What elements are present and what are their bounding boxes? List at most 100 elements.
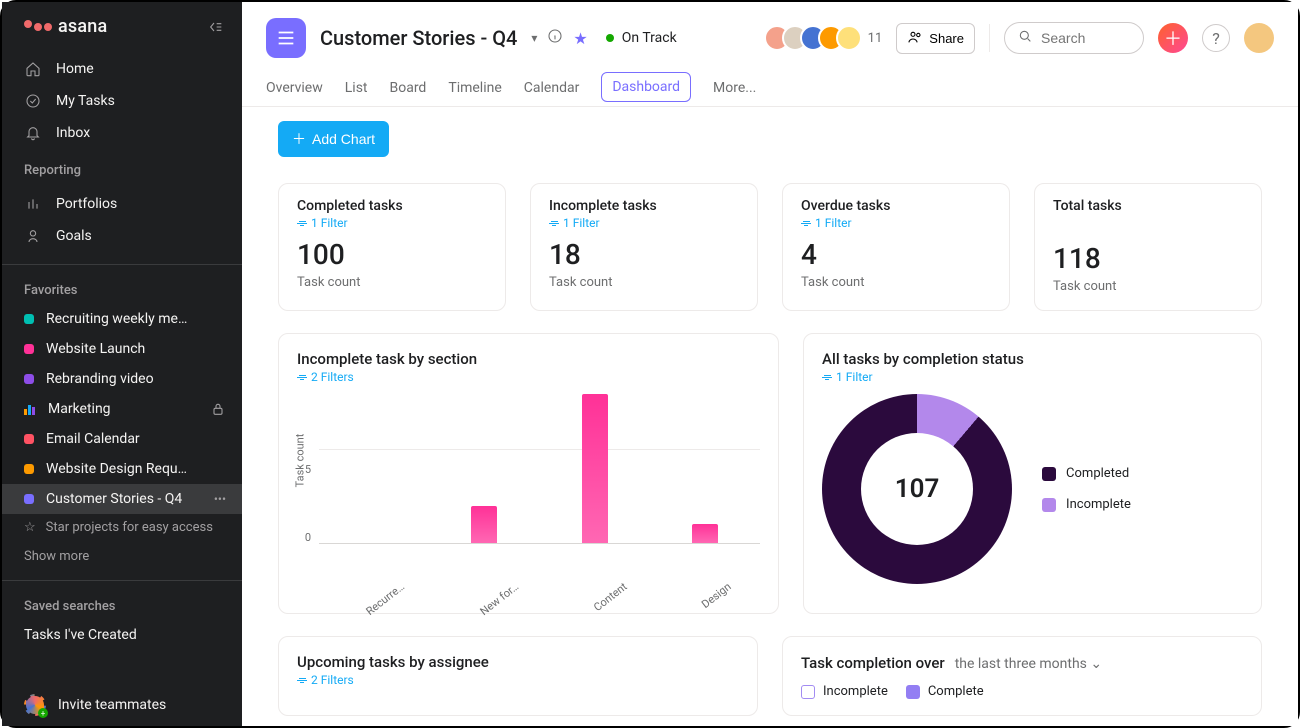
- lock-icon: [210, 401, 226, 417]
- filter-link[interactable]: 1 Filter: [801, 216, 991, 230]
- nav-inbox[interactable]: Inbox: [2, 117, 242, 149]
- project-title[interactable]: Customer Stories - Q4: [320, 26, 517, 50]
- fav-item[interactable]: Email Calendar: [2, 424, 242, 454]
- reporting-header: Reporting: [2, 153, 242, 184]
- show-more-button[interactable]: Show more: [2, 541, 242, 572]
- legend-swatch: [906, 685, 920, 699]
- nav-portfolios[interactable]: Portfolios: [2, 188, 242, 220]
- user-avatar[interactable]: [1244, 23, 1274, 53]
- filter-link[interactable]: 2 Filters: [297, 370, 760, 384]
- invite-label: Invite teammates: [58, 697, 166, 713]
- stat-sub: Task count: [1053, 279, 1243, 294]
- nav-label: Inbox: [56, 125, 90, 141]
- sidebar: asana Home My Tasks Inbox Reporting: [2, 2, 242, 726]
- stat-title: Overdue tasks: [801, 198, 991, 214]
- stat-total[interactable]: Total tasks 118 Task count: [1034, 183, 1262, 311]
- tab-board[interactable]: Board: [390, 72, 427, 106]
- chart-legend: Completed Incomplete: [1042, 466, 1131, 512]
- fav-label: Website Launch: [46, 341, 226, 357]
- project-icon[interactable]: [266, 18, 306, 58]
- invite-teammates-button[interactable]: + Invite teammates: [2, 684, 242, 726]
- legend-swatch: [1042, 498, 1056, 512]
- upcoming-by-assignee-chart[interactable]: Upcoming tasks by assignee 2 Filters: [278, 636, 758, 716]
- date-range-selector[interactable]: the last three months ⌄: [955, 656, 1102, 672]
- global-add-button[interactable]: ＋: [1158, 23, 1188, 53]
- add-chart-button[interactable]: ＋ Add Chart: [278, 121, 389, 157]
- chart-title: Incomplete task by section: [297, 350, 760, 368]
- people-icon: [907, 29, 923, 48]
- sidebar-primary-nav: Home My Tasks Inbox: [2, 49, 242, 153]
- tab-list[interactable]: List: [345, 72, 368, 106]
- stat-completed[interactable]: Completed tasks 1 Filter 100 Task count: [278, 183, 506, 311]
- nav-label: Portfolios: [56, 196, 117, 212]
- stat-title: Completed tasks: [297, 198, 487, 214]
- avatar: [836, 25, 862, 51]
- chevron-down-icon[interactable]: ▾: [531, 31, 537, 45]
- search-field[interactable]: [1041, 30, 1131, 46]
- sidebar-collapse-button[interactable]: [208, 19, 224, 35]
- saved-search-item[interactable]: Tasks I've Created: [2, 620, 242, 650]
- stat-value: 18: [549, 238, 739, 271]
- bars-icon: [24, 400, 36, 418]
- nav-goals[interactable]: Goals: [2, 220, 242, 252]
- nav-my-tasks[interactable]: My Tasks: [2, 85, 242, 117]
- star-outline-icon: ☆: [24, 520, 36, 535]
- member-avatars[interactable]: 11: [764, 25, 883, 51]
- legend-swatch: [801, 685, 815, 699]
- stat-value: 4: [801, 238, 991, 271]
- chart-title: All tasks by completion status: [822, 350, 1243, 368]
- fav-item[interactable]: Website Design Requ…: [2, 454, 242, 484]
- fav-item-active[interactable]: Customer Stories - Q4 •••: [2, 484, 242, 514]
- filter-link[interactable]: 1 Filter: [297, 216, 487, 230]
- tab-timeline[interactable]: Timeline: [448, 72, 501, 106]
- filter-link[interactable]: 1 Filter: [549, 216, 739, 230]
- asana-logo-icon: [24, 23, 52, 31]
- star-icon[interactable]: ★: [573, 29, 587, 48]
- stat-title: Total tasks: [1053, 198, 1243, 214]
- tab-dashboard[interactable]: Dashboard: [601, 72, 691, 102]
- fav-label: Recruiting weekly me…: [46, 311, 226, 327]
- search-input[interactable]: [1004, 22, 1144, 54]
- topbar: Customer Stories - Q4 ▾ ★ On Track: [242, 2, 1298, 107]
- nav-home[interactable]: Home: [2, 53, 242, 85]
- bar: [582, 394, 608, 543]
- info-icon[interactable]: [547, 28, 563, 48]
- help-button[interactable]: ?: [1202, 24, 1230, 52]
- tab-calendar[interactable]: Calendar: [524, 72, 580, 106]
- chevron-down-icon: ⌄: [1090, 656, 1102, 672]
- stat-overdue[interactable]: Overdue tasks 1 Filter 4 Task count: [782, 183, 1010, 311]
- x-label: Design: [699, 580, 734, 611]
- fav-item[interactable]: Marketing: [2, 394, 242, 424]
- check-circle-icon: [24, 92, 42, 110]
- status-label: On Track: [622, 30, 677, 46]
- tab-overview[interactable]: Overview: [266, 72, 323, 106]
- avatar-count: 11: [868, 31, 883, 46]
- brand-logo[interactable]: asana: [24, 16, 107, 37]
- bar: [692, 524, 718, 543]
- fav-item[interactable]: Recruiting weekly me…: [2, 304, 242, 334]
- more-icon[interactable]: •••: [214, 492, 226, 506]
- completion-over-time-chart[interactable]: Task completion over the last three mont…: [782, 636, 1262, 716]
- filter-link[interactable]: 2 Filters: [297, 673, 739, 687]
- nav-label: Home: [56, 61, 94, 77]
- stat-title: Incomplete tasks: [549, 198, 739, 214]
- x-label: Recurre…: [363, 580, 406, 618]
- tab-more[interactable]: More...: [713, 72, 756, 106]
- stat-incomplete[interactable]: Incomplete tasks 1 Filter 18 Task count: [530, 183, 758, 311]
- fav-item[interactable]: Rebranding video: [2, 364, 242, 394]
- share-button[interactable]: Share: [896, 23, 975, 54]
- main-content: Customer Stories - Q4 ▾ ★ On Track: [242, 2, 1298, 726]
- y-axis-label: Task count: [293, 434, 306, 488]
- fav-item[interactable]: Website Launch: [2, 334, 242, 364]
- stat-sub: Task count: [801, 275, 991, 290]
- portfolios-icon: [24, 195, 42, 213]
- legend-label: Incomplete: [1066, 497, 1131, 512]
- incomplete-by-section-chart[interactable]: Incomplete task by section 2 Filters Tas…: [278, 333, 779, 614]
- stat-sub: Task count: [297, 275, 487, 290]
- donut-chart: 107: [822, 394, 1012, 584]
- chart-title: Upcoming tasks by assignee: [297, 653, 739, 671]
- chart-title: Task completion over: [801, 654, 945, 672]
- filter-link[interactable]: 1 Filter: [822, 370, 1243, 384]
- completion-status-chart[interactable]: All tasks by completion status 1 Filter …: [803, 333, 1262, 614]
- status-chip[interactable]: On Track: [602, 28, 681, 48]
